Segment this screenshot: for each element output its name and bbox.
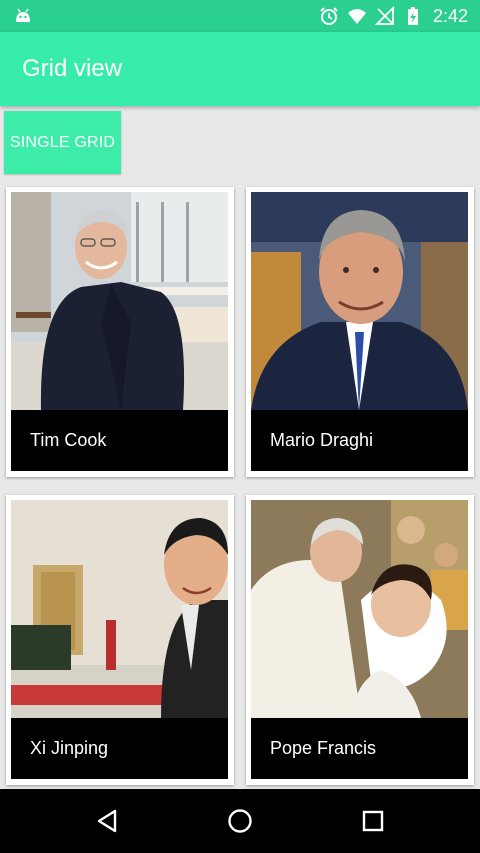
card-name: Pope Francis	[270, 738, 377, 758]
status-bar: 2:42	[0, 0, 480, 32]
app-bar: Grid view	[0, 32, 480, 106]
app-title: Grid view	[22, 55, 123, 82]
card-caption: Mario Draghi	[251, 410, 468, 471]
back-icon	[97, 809, 117, 833]
battery-charging-icon	[407, 7, 418, 25]
alarm-icon	[320, 7, 338, 25]
card-caption: Xi Jinping	[11, 718, 228, 779]
pope-francis-photo	[251, 500, 468, 718]
card-name: Mario Draghi	[270, 430, 374, 450]
navigation-bar	[0, 789, 480, 853]
android-icon	[16, 8, 30, 22]
no-signal-icon	[374, 6, 394, 25]
status-time: 2:42	[432, 5, 468, 26]
grid-card[interactable]: Xi Jinping	[6, 495, 234, 785]
back-button[interactable]	[91, 805, 123, 837]
grid-card[interactable]: Pope Francis	[246, 495, 474, 785]
tim-cook-photo	[11, 192, 228, 410]
home-icon	[228, 809, 252, 833]
grid-card[interactable]: Tim Cook	[6, 187, 234, 477]
card-caption: Pope Francis	[251, 718, 468, 779]
wifi-icon	[347, 9, 366, 24]
card-name: Xi Jinping	[30, 738, 109, 758]
recents-icon	[362, 810, 384, 832]
card-caption: Tim Cook	[11, 410, 228, 471]
xi-jinping-photo	[11, 500, 228, 718]
card-name: Tim Cook	[30, 430, 107, 450]
recents-button[interactable]	[357, 805, 389, 837]
single-grid-button[interactable]: SINGLE GRID	[4, 111, 121, 174]
grid-card[interactable]: Mario Draghi	[246, 187, 474, 477]
home-button[interactable]	[224, 805, 256, 837]
mario-draghi-photo	[251, 192, 468, 410]
